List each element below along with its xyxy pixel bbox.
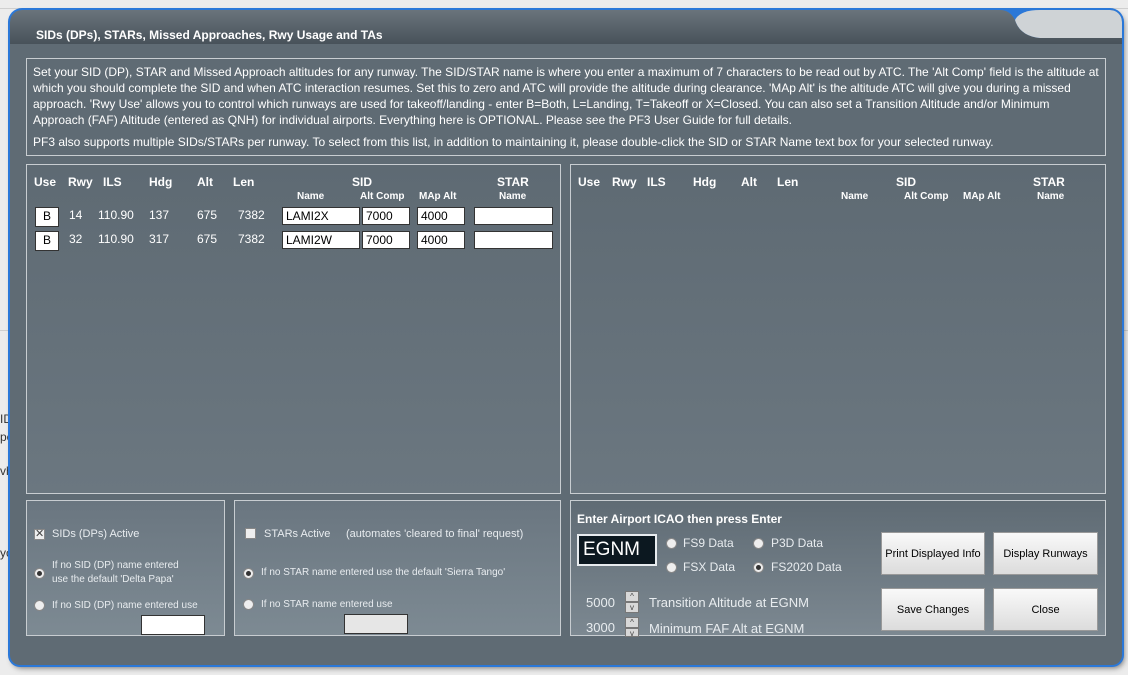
col-header-ils: ILS [647,175,666,189]
runway-use-field[interactable]: B [35,231,59,251]
col-header-use: Use [578,175,601,189]
alt-comp-field[interactable]: 7000 [362,231,410,249]
sid-default-label-line2: use the default 'Delta Papa' [52,574,174,585]
fs2020-data-radio[interactable] [753,562,764,573]
subheader-star-name: Name [499,191,527,202]
fs2020-data-label: FS2020 Data [771,560,842,574]
col-header-star: STAR [1033,175,1065,189]
close-button[interactable]: Close [993,588,1098,631]
transition-alt-down-icon[interactable]: v [625,602,639,613]
subheader-sid-name: Name [297,191,325,202]
col-header-use: Use [34,175,57,189]
p3d-data-radio[interactable] [753,538,764,549]
col-header-star: STAR [497,175,529,189]
subheader-alt-comp: Alt Comp [360,191,405,202]
subheader-map-alt: MAp Alt [963,191,1001,202]
runway-ils: 110.90 [98,232,134,246]
col-header-hdg: Hdg [149,175,173,189]
sid-custom-name-field[interactable] [141,615,205,635]
sids-stars-dialog: SIDs (DPs), STARs, Missed Approaches, Rw… [10,10,1122,665]
stars-active-checkbox[interactable] [245,528,256,539]
star-options-panel: STARs Active (automates 'cleared to fina… [234,500,561,636]
sids-active-checkbox[interactable] [34,527,45,540]
star-custom-radio[interactable] [243,599,254,610]
sid-custom-label: If no SID (DP) name entered use [52,600,198,611]
display-runways-button[interactable]: Display Runways [993,532,1098,575]
runway-heading: 317 [149,232,170,246]
runway-altitude: 675 [197,208,218,222]
stars-active-label: STARs Active [264,528,331,540]
runway-grid-left: Use Rwy ILS Hdg Alt Len SID STAR Name Al… [26,164,561,494]
transition-alt-up-icon[interactable]: ^ [625,591,639,602]
col-header-len: Len [777,175,799,189]
star-name-field[interactable] [474,231,553,249]
transition-alt-value: 5000 [586,595,615,610]
star-custom-name-field[interactable] [344,614,408,634]
star-default-radio[interactable] [243,568,254,579]
runway-heading: 137 [149,208,170,222]
sids-active-label: SIDs (DPs) Active [52,528,140,540]
map-alt-field[interactable]: 4000 [417,207,465,225]
faf-alt-value: 3000 [586,620,615,635]
alt-comp-field[interactable]: 7000 [362,207,410,225]
col-header-sid: SID [352,175,373,189]
runway-altitude: 675 [197,232,218,246]
runway-use-field[interactable]: B [35,207,59,227]
subheader-sid-name: Name [841,191,869,202]
runway-length: 7382 [238,208,265,222]
subheader-alt-comp: Alt Comp [904,191,949,202]
sid-default-radio[interactable] [34,568,45,579]
faf-alt-down-icon[interactable]: v [625,628,639,638]
runway-ils: 110.90 [98,208,134,222]
sid-default-label-line1: If no SID (DP) name entered [52,560,179,571]
col-header-alt: Alt [197,175,213,189]
instructions-panel: Set your SID (DP), STAR and Missed Appro… [26,58,1106,156]
sid-name-field[interactable]: LAMI2W [282,231,360,249]
fsx-data-radio[interactable] [666,562,677,573]
icao-prompt: Enter Airport ICAO then press Enter [577,512,782,526]
runway-number: 32 [69,232,83,246]
col-header-alt: Alt [741,175,757,189]
airport-icao-panel: Enter Airport ICAO then press Enter EGNM… [570,500,1106,638]
runway-length: 7382 [238,232,265,246]
icao-input[interactable]: EGNM [577,534,657,566]
runway-grid-right: Use Rwy ILS Hdg Alt Len SID STAR Name Al… [570,164,1106,494]
sid-name-field[interactable]: LAMI2X [282,207,360,225]
col-header-rwy: Rwy [68,175,93,189]
transition-alt-label: Transition Altitude at EGNM [649,595,809,610]
star-name-field[interactable] [474,207,553,225]
star-default-label: If no STAR name entered use the default … [261,567,506,578]
col-header-hdg: Hdg [693,175,717,189]
col-header-len: Len [233,175,255,189]
save-changes-button[interactable]: Save Changes [881,588,985,631]
p3d-data-label: P3D Data [771,536,824,550]
fs9-data-label: FS9 Data [683,536,734,550]
faf-alt-up-icon[interactable]: ^ [625,617,639,628]
fsx-data-label: FSX Data [683,560,736,574]
col-header-rwy: Rwy [612,175,637,189]
col-header-ils: ILS [103,175,122,189]
subheader-star-name: Name [1037,191,1065,202]
col-header-sid: SID [896,175,917,189]
sid-custom-radio[interactable] [34,600,45,611]
instructions-text: Set your SID (DP), STAR and Missed Appro… [33,65,1099,127]
stars-active-note: (automates 'cleared to final' request) [346,528,524,540]
runway-number: 14 [69,208,83,222]
window-title: SIDs (DPs), STARs, Missed Approaches, Rw… [36,28,383,42]
map-alt-field[interactable]: 4000 [417,231,465,249]
print-displayed-info-button[interactable]: Print Displayed Info [881,532,985,575]
faf-alt-label: Minimum FAF Alt at EGNM [649,621,805,636]
sid-options-panel: SIDs (DPs) Active If no SID (DP) name en… [26,500,225,636]
background-divider [0,8,1128,9]
fs9-data-radio[interactable] [666,538,677,549]
subheader-map-alt: MAp Alt [419,191,457,202]
instructions-text-2: PF3 also supports multiple SIDs/STARs pe… [33,135,994,149]
star-custom-label: If no STAR name entered use [261,599,393,610]
